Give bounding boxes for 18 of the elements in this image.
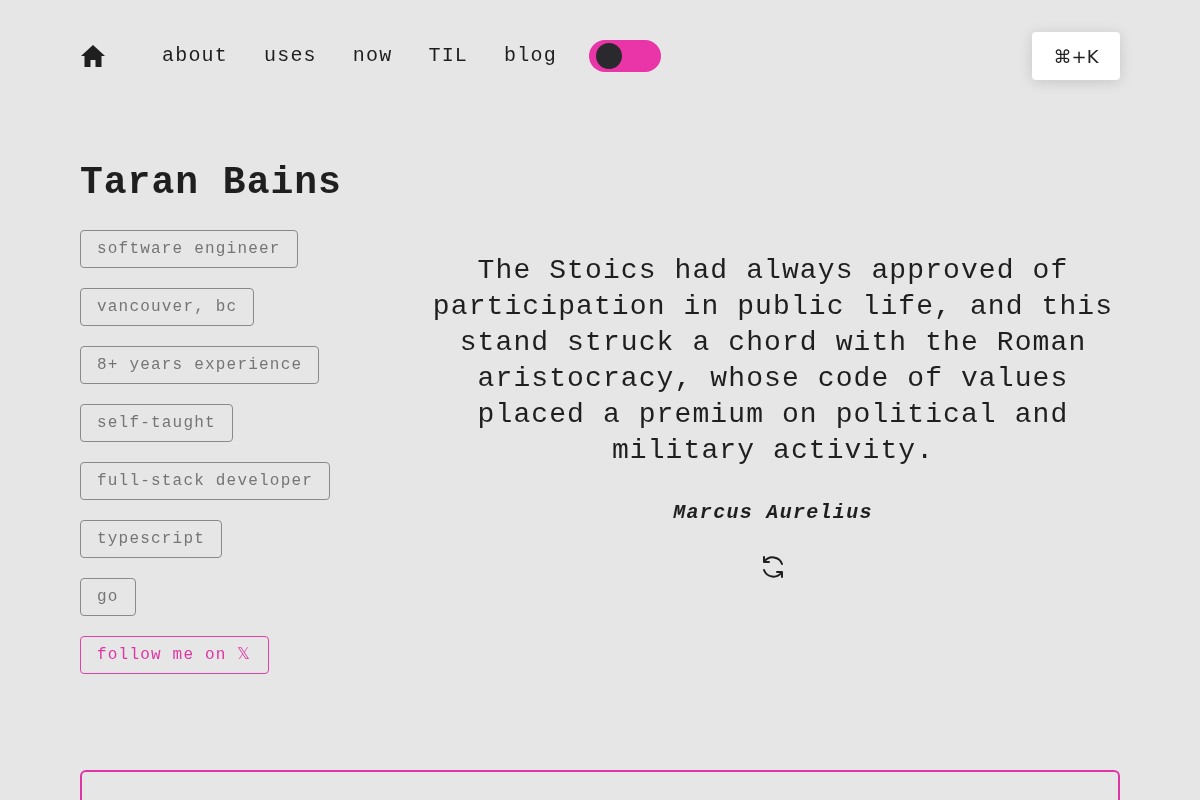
nav-link[interactable]: now (352, 44, 393, 68)
quote-author: Marcus Aurelius (673, 501, 873, 525)
search-shortcut-button[interactable]: ⌘+K (1032, 32, 1120, 80)
profile-tag: 8+ years experience (80, 346, 320, 384)
profile-tag: vancouver, bc (80, 288, 255, 326)
theme-toggle[interactable] (588, 40, 661, 72)
nav-link[interactable]: TIL (428, 44, 469, 68)
profile-tag: software engineer (80, 230, 298, 268)
nav-link[interactable]: uses (264, 44, 317, 68)
nav-link[interactable]: blog (504, 44, 557, 68)
profile-name: Taran Bains (80, 160, 342, 206)
profile-tag: self-taught (80, 404, 233, 442)
home-icon[interactable] (80, 44, 106, 68)
nav-link[interactable]: about (162, 44, 228, 68)
profile-tag: typescript (80, 520, 222, 558)
quote-text: The Stoics had always approved of participation in public life, and this stand struck a chord with the Roman aristocracy, whose code of values placed a premium on political and military activity. (431, 254, 1115, 468)
profile-tag: go (80, 578, 136, 616)
profile-tag: full-stack developer (80, 462, 331, 500)
